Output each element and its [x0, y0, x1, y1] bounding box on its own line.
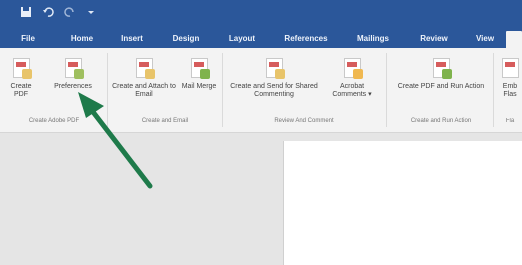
annotation-arrow-icon — [78, 92, 153, 189]
